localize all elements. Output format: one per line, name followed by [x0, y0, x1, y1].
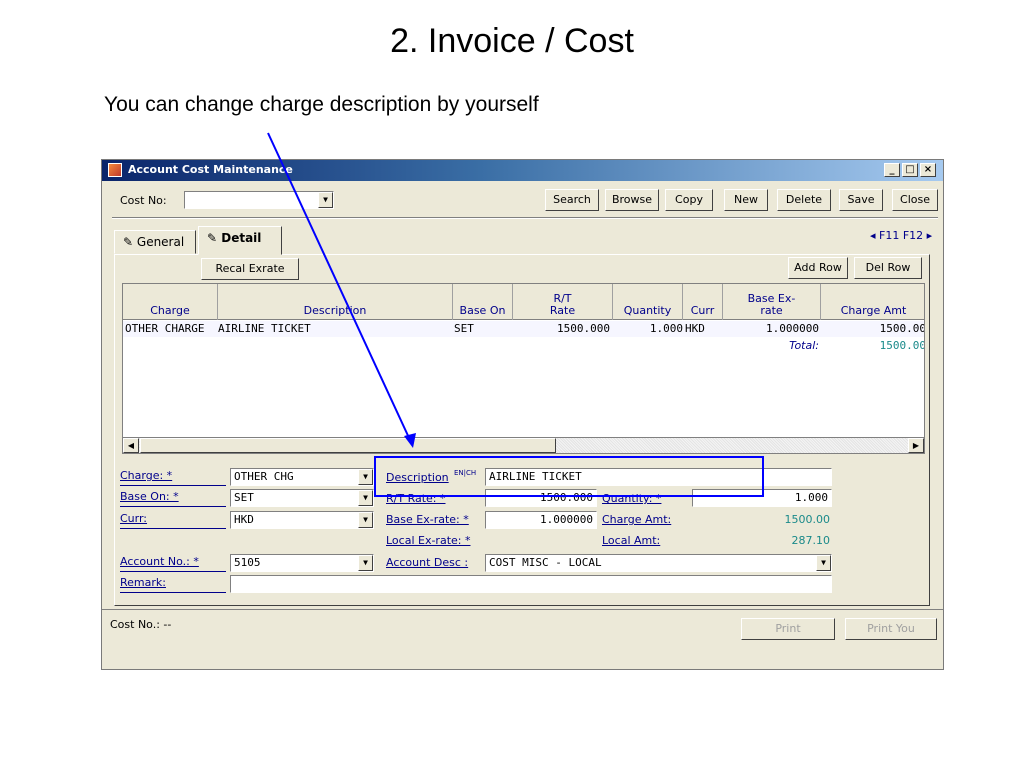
curr-select[interactable]: HKD ▼	[230, 511, 374, 529]
tab-general-label: General	[136, 235, 185, 249]
label-underline	[120, 528, 226, 529]
label-underline	[120, 592, 226, 593]
print-you-button[interactable]: Print You	[845, 618, 937, 640]
del-row-button[interactable]: Del Row	[854, 257, 922, 279]
table-row[interactable]: OTHER CHARGE AIRLINE TICKET SET 1500.000…	[123, 321, 924, 337]
local-amt-label[interactable]: Local Amt:	[602, 534, 660, 547]
chevron-down-icon[interactable]: ▼	[318, 192, 333, 208]
col-base-on[interactable]: Base On	[453, 284, 513, 320]
total-value: 1500.00	[879, 339, 925, 352]
base-on-select[interactable]: SET ▼	[230, 489, 374, 507]
browse-button[interactable]: Browse	[605, 189, 659, 211]
local-exrate-label[interactable]: Local Ex-rate: *	[386, 534, 470, 547]
total-label: Total:	[789, 339, 819, 352]
cell-curr: HKD	[685, 322, 705, 335]
cell-charge: OTHER CHARGE	[125, 322, 205, 335]
cell-exrate: 1.000000	[766, 322, 819, 335]
scroll-right-button[interactable]: ▶	[908, 438, 924, 453]
scroll-thumb[interactable]	[140, 438, 556, 453]
minimize-button[interactable]: _	[884, 163, 900, 177]
col-base-exrate[interactable]: Base Ex-rate	[723, 284, 821, 320]
print-button[interactable]: Print	[741, 618, 835, 640]
charge-amt-label[interactable]: Charge Amt:	[602, 513, 671, 526]
chevron-down-icon[interactable]: ▼	[358, 555, 373, 571]
status-divider	[102, 609, 943, 610]
cost-no-label: Cost No:	[120, 194, 167, 207]
tab-general[interactable]: ✎ General	[114, 230, 196, 254]
slide-subtitle: You can change charge description by you…	[104, 93, 539, 116]
account-desc-label[interactable]: Account Desc :	[386, 556, 468, 569]
charge-amt-value: 1500.00	[784, 513, 831, 526]
account-desc-select[interactable]: COST MISC - LOCAL ▼	[485, 554, 832, 572]
account-no-label[interactable]: Account No.: *	[120, 555, 199, 568]
cell-quantity: 1.000	[649, 322, 683, 335]
base-on-label[interactable]: Base On: *	[120, 490, 179, 503]
tab-detail-label: Detail	[221, 231, 262, 245]
local-amt-value: 287.10	[791, 534, 831, 547]
title-bar: Account Cost Maintenance _ □ ×	[102, 160, 943, 181]
tab-detail[interactable]: ✎ Detail	[198, 226, 282, 255]
close-button[interactable]: Close	[892, 189, 938, 211]
grid-horizontal-scrollbar[interactable]: ◀ ▶	[122, 437, 925, 454]
save-button[interactable]: Save	[839, 189, 883, 211]
toolbar-divider	[112, 217, 938, 219]
chevron-down-icon[interactable]: ▼	[816, 555, 831, 571]
base-exrate-label[interactable]: Base Ex-rate: *	[386, 513, 469, 526]
delete-button[interactable]: Delete	[777, 189, 831, 211]
label-underline	[120, 485, 226, 486]
col-charge[interactable]: Charge	[123, 284, 218, 320]
annotation-highlight-box	[374, 456, 764, 497]
cost-no-select[interactable]: ▼	[184, 191, 334, 209]
charge-label[interactable]: Charge: *	[120, 469, 172, 482]
chevron-down-icon[interactable]: ▼	[358, 469, 373, 485]
window-title: Account Cost Maintenance	[128, 163, 293, 176]
charge-select[interactable]: OTHER CHG ▼	[230, 468, 374, 486]
chevron-down-icon[interactable]: ▼	[358, 490, 373, 506]
edit-icon: ✎	[207, 231, 218, 245]
account-cost-window: Account Cost Maintenance _ □ × Cost No: …	[101, 159, 944, 670]
curr-label[interactable]: Curr:	[120, 512, 147, 525]
label-underline	[120, 571, 226, 572]
search-button[interactable]: Search	[545, 189, 599, 211]
slide-title: 2. Invoice / Cost	[390, 22, 634, 60]
base-exrate-input[interactable]: 1.000000	[485, 511, 597, 529]
label-underline	[120, 506, 226, 507]
col-quantity[interactable]: Quantity	[613, 284, 683, 320]
add-row-button[interactable]: Add Row	[788, 257, 848, 279]
new-button[interactable]: New	[724, 189, 768, 211]
account-no-select[interactable]: 5105 ▼	[230, 554, 374, 572]
remark-input[interactable]	[230, 575, 832, 593]
maximize-button[interactable]: □	[902, 163, 918, 177]
close-window-button[interactable]: ×	[920, 163, 936, 177]
app-icon	[108, 163, 122, 177]
scroll-left-button[interactable]: ◀	[123, 438, 139, 453]
charge-grid[interactable]: Charge Description Base On R/T Rate Quan…	[122, 283, 925, 454]
col-description[interactable]: Description	[218, 284, 453, 320]
tab-nav-f11-f12[interactable]: ◂ F11 F12 ▸	[870, 229, 932, 242]
cell-charge-amt: 1500.00	[879, 322, 925, 335]
col-charge-amt[interactable]: Charge Amt	[821, 284, 924, 320]
grid-header: Charge Description Base On R/T Rate Quan…	[123, 284, 924, 320]
cost-no-status: Cost No.: --	[110, 618, 172, 631]
col-rt-rate[interactable]: R/T Rate	[513, 284, 613, 320]
edit-icon: ✎	[123, 235, 134, 249]
chevron-down-icon[interactable]: ▼	[358, 512, 373, 528]
cell-base-on: SET	[454, 322, 474, 335]
cell-rate: 1500.000	[557, 322, 610, 335]
col-curr[interactable]: Curr	[683, 284, 723, 320]
recal-exrate-button[interactable]: Recal Exrate	[201, 258, 299, 280]
copy-button[interactable]: Copy	[665, 189, 713, 211]
cell-description: AIRLINE TICKET	[218, 322, 311, 335]
remark-label[interactable]: Remark:	[120, 576, 166, 589]
